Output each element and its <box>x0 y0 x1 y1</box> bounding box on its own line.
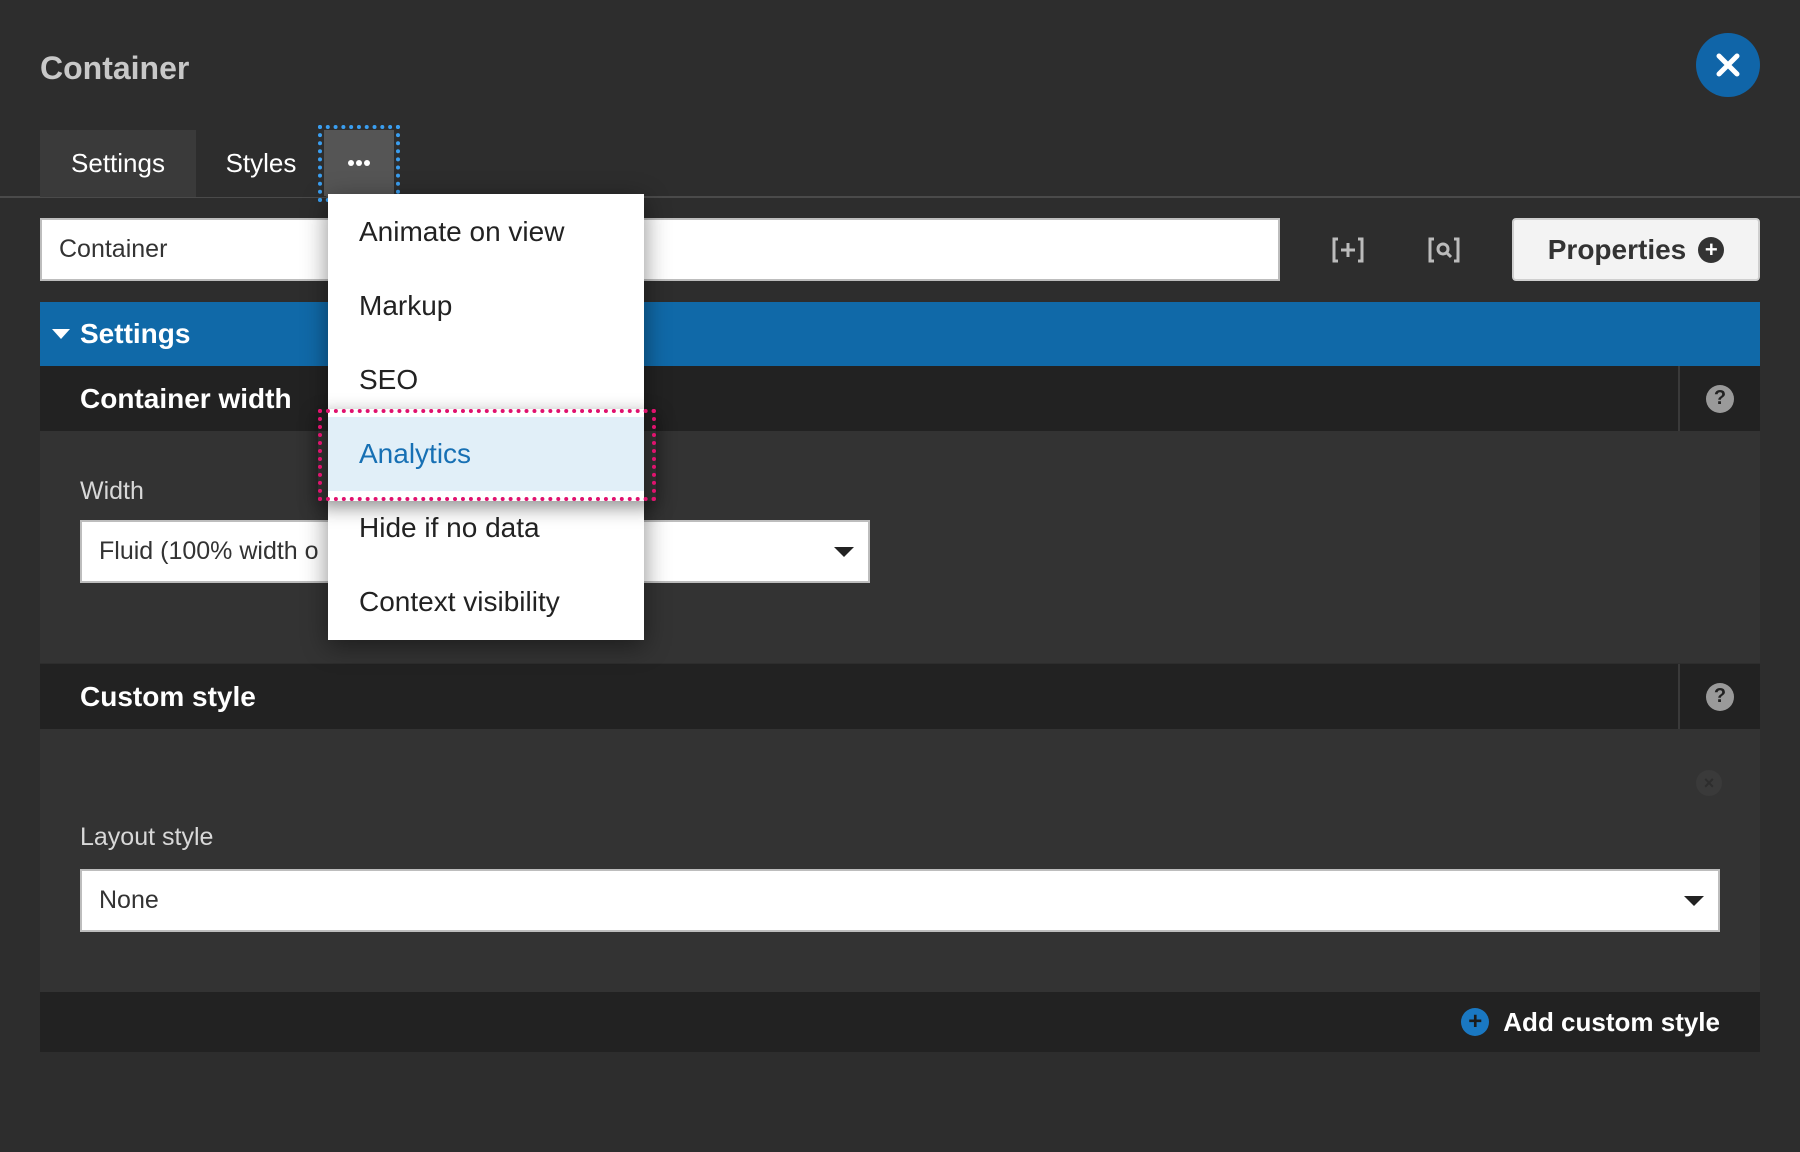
menu-item-analytics[interactable]: Analytics <box>328 417 644 491</box>
close-icon <box>1716 53 1740 77</box>
add-custom-style-button[interactable]: + Add custom style <box>1461 992 1720 1052</box>
layout-style-value: None <box>99 886 159 914</box>
add-custom-style-label: Add custom style <box>1503 1006 1720 1037</box>
tab-settings[interactable]: Settings <box>40 130 196 197</box>
menu-item-context-visibility[interactable]: Context visibility <box>328 565 644 639</box>
container-width-help-button[interactable]: ? <box>1678 366 1760 431</box>
container-width-heading: Container width <box>80 382 292 414</box>
custom-style-body: Layout style None <box>40 729 1760 992</box>
chevron-down-icon <box>834 547 854 557</box>
chevron-down-icon <box>1684 896 1704 906</box>
properties-label: Properties <box>1547 233 1687 265</box>
custom-style-help-button[interactable]: ? <box>1678 664 1760 729</box>
inspect-icon[interactable] <box>1426 232 1462 268</box>
menu-item-hide-if-no-data[interactable]: Hide if no data <box>328 491 644 565</box>
container-width-body: Width Fluid (100% width o <box>40 431 1760 663</box>
menu-item-animate-on-view[interactable]: Animate on view <box>328 195 644 269</box>
remove-style-icon[interactable]: × <box>1696 770 1722 796</box>
tab-more-button[interactable] <box>324 130 394 196</box>
settings-section-toggle[interactable]: Settings <box>40 302 1760 366</box>
more-dots-icon <box>348 160 370 166</box>
add-circle-icon: + <box>1461 1008 1490 1036</box>
menu-item-markup[interactable]: Markup <box>328 269 644 343</box>
plus-circle-icon: + <box>1698 236 1725 263</box>
layout-style-select[interactable]: None <box>80 869 1720 932</box>
layout-style-label: Layout style <box>80 823 214 851</box>
panel-title: Container <box>40 50 190 86</box>
settings-bar-label: Settings <box>80 318 191 349</box>
tab-styles[interactable]: Styles <box>196 130 326 197</box>
caret-down-icon <box>52 329 70 339</box>
help-icon: ? <box>1706 682 1734 711</box>
custom-style-header: Custom style ? <box>40 664 1760 729</box>
menu-item-seo[interactable]: SEO <box>328 343 644 417</box>
width-label: Width <box>80 477 144 505</box>
more-options-menu: Animate on view Markup SEO Analytics Hid… <box>328 194 644 640</box>
width-select-value: Fluid (100% width o <box>99 537 319 565</box>
properties-button[interactable]: Properties + <box>1512 218 1760 281</box>
custom-style-footer: + Add custom style <box>40 992 1760 1052</box>
expand-icon[interactable] <box>1330 232 1366 268</box>
custom-style-heading: Custom style <box>80 680 256 712</box>
close-button[interactable] <box>1696 33 1760 97</box>
help-icon: ? <box>1706 384 1734 413</box>
container-width-header: Container width ? <box>40 366 1760 431</box>
container-name-input[interactable] <box>40 218 1280 281</box>
